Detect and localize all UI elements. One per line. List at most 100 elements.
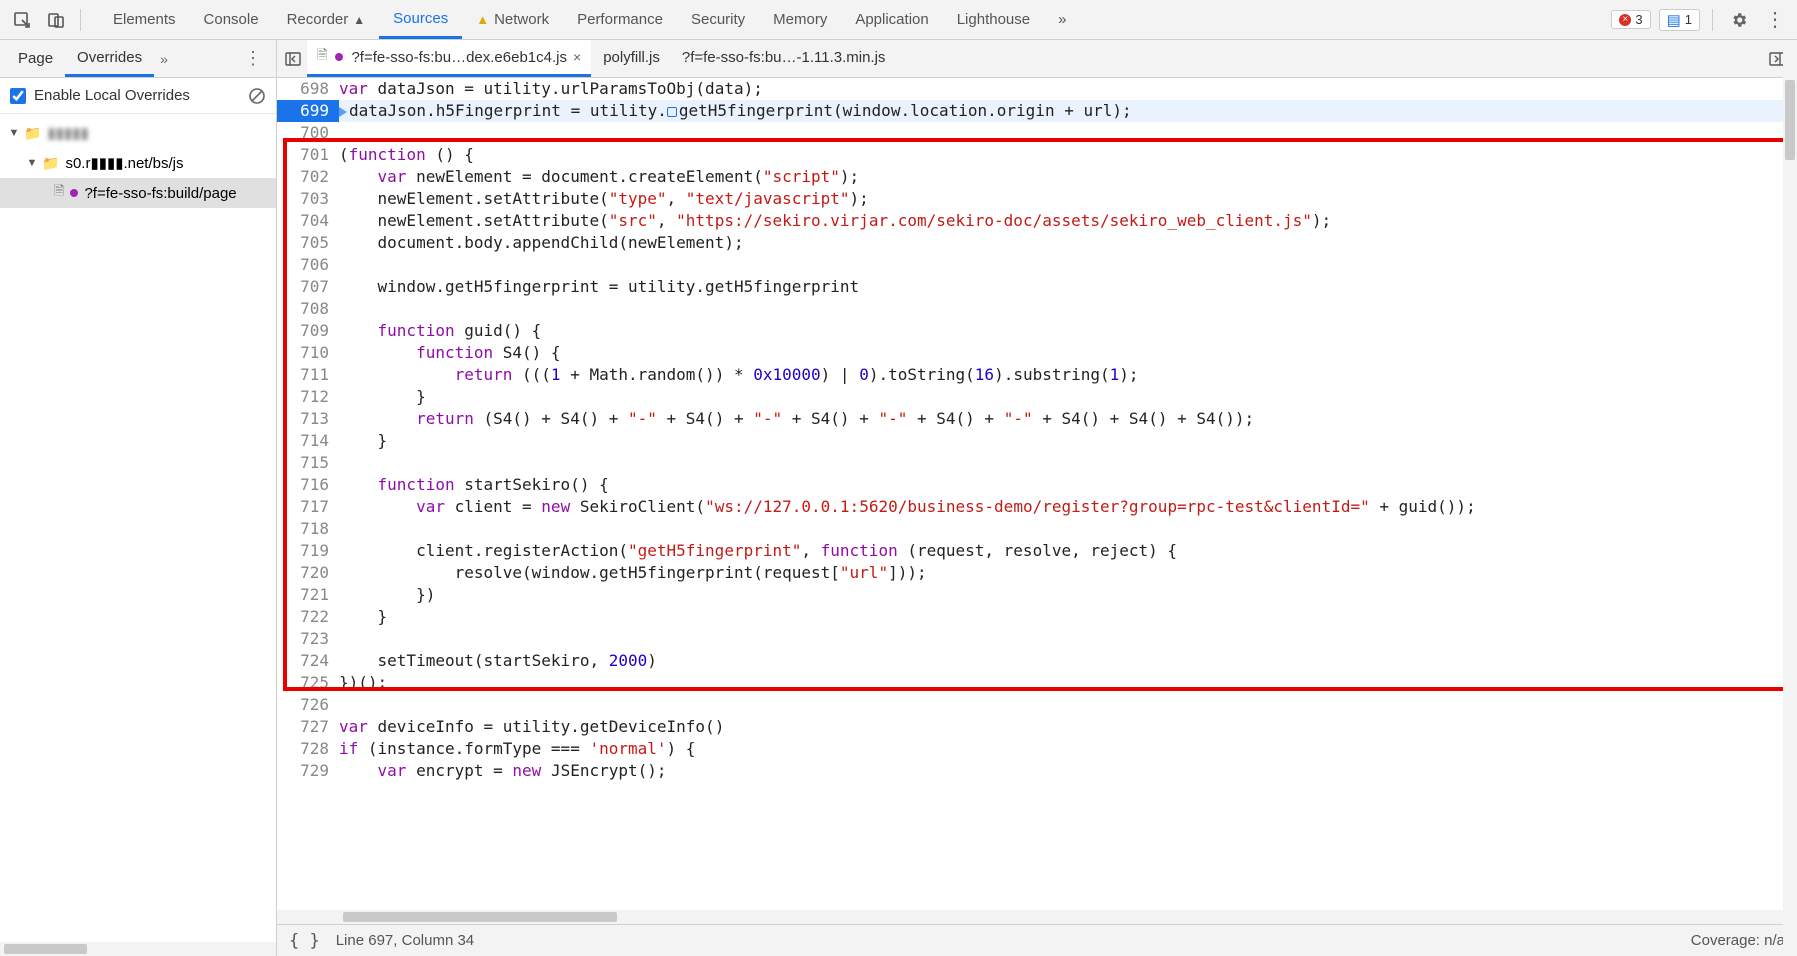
sidebar: Page Overrides » ⋮ Enable Local Override… — [0, 40, 277, 956]
message-count: 1 — [1685, 12, 1692, 27]
tree-file[interactable]: 🗎 ?f=fe-sso-fs:build/page — [0, 178, 276, 208]
enable-overrides-checkbox[interactable] — [10, 88, 26, 104]
coverage-indicator: Coverage: n/a — [1691, 932, 1785, 949]
panel-tab-network[interactable]: ▲ Network — [462, 0, 563, 39]
code-line[interactable]: 705 document.body.appendChild(newElement… — [277, 232, 1797, 254]
sidebar-menu-icon[interactable]: ⋮ — [236, 48, 270, 69]
tree-root[interactable]: ▼📁▮▮▮▮▮ — [0, 118, 276, 148]
tree-root-label: ▮▮▮▮▮ — [47, 124, 88, 142]
code-line[interactable]: 726 — [277, 694, 1797, 716]
editor-hscroll[interactable] — [277, 910, 1797, 924]
code-editor[interactable]: 698var dataJson = utility.urlParamsToObj… — [277, 78, 1797, 924]
code-line[interactable]: 699dataJson.h5Fingerprint = utility.getH… — [277, 100, 1797, 122]
editor-pane: 🗎 ?f=fe-sso-fs:bu…dex.e6eb1c4.js × polyf… — [277, 40, 1797, 956]
code-line[interactable]: 728if (instance.formType === 'normal') { — [277, 738, 1797, 760]
panel-tab-memory[interactable]: Memory — [759, 0, 841, 39]
sidebar-hscroll[interactable] — [0, 942, 276, 956]
override-dot-icon — [335, 53, 343, 61]
code-line[interactable]: 713 return (S4() + S4() + "-" + S4() + "… — [277, 408, 1797, 430]
code-line[interactable]: 711 return (((1 + Math.random()) * 0x100… — [277, 364, 1797, 386]
code-line[interactable]: 700 — [277, 122, 1797, 144]
close-icon[interactable]: × — [573, 49, 581, 65]
code-line[interactable]: 723 — [277, 628, 1797, 650]
editor-tab-1[interactable]: polyfill.js — [593, 40, 670, 77]
panel-tabs: ElementsConsoleRecorder ▲Sources▲ Networ… — [99, 0, 1044, 39]
panel-tab-elements[interactable]: Elements — [99, 0, 190, 39]
error-badge[interactable]: 3 — [1611, 10, 1650, 29]
separator — [80, 9, 81, 31]
editor-tab-2[interactable]: ?f=fe-sso-fs:bu…-1.11.3.min.js — [672, 40, 896, 77]
toolbar-right: 3 ▤1 ⋮ — [1611, 6, 1789, 34]
code-line[interactable]: 716 function startSekiro() { — [277, 474, 1797, 496]
error-icon — [1619, 14, 1631, 26]
code-line[interactable]: 727var deviceInfo = utility.getDeviceInf… — [277, 716, 1797, 738]
code-line[interactable]: 717 var client = new SekiroClient("ws://… — [277, 496, 1797, 518]
more-tabs[interactable]: » — [1044, 0, 1080, 39]
code-line[interactable]: 714 } — [277, 430, 1797, 452]
cursor-position: Line 697, Column 34 — [336, 932, 474, 949]
panel-tab-console[interactable]: Console — [190, 0, 273, 39]
nav-panel-icon[interactable] — [281, 47, 305, 71]
sidebar-more-tabs[interactable]: » — [160, 51, 168, 67]
code-line[interactable]: 708 — [277, 298, 1797, 320]
tree-file-label: ?f=fe-sso-fs:build/page — [84, 185, 236, 202]
file-icon: 🗎 — [54, 182, 64, 204]
code-line[interactable]: 707 window.getH5fingerprint = utility.ge… — [277, 276, 1797, 298]
code-line[interactable]: 721 }) — [277, 584, 1797, 606]
code-line[interactable]: 709 function guid() { — [277, 320, 1797, 342]
panel-tab-application[interactable]: Application — [841, 0, 942, 39]
devtools-toolbar: ElementsConsoleRecorder ▲Sources▲ Networ… — [0, 0, 1797, 40]
code-line[interactable]: 718 — [277, 518, 1797, 540]
code-line[interactable]: 722 } — [277, 606, 1797, 628]
code-line[interactable]: 710 function S4() { — [277, 342, 1797, 364]
code-line[interactable]: 706 — [277, 254, 1797, 276]
code-line[interactable]: 704 newElement.setAttribute("src", "http… — [277, 210, 1797, 232]
panel-tab-recorder[interactable]: Recorder ▲ — [273, 0, 380, 39]
settings-icon[interactable] — [1725, 6, 1753, 34]
clear-overrides-icon[interactable] — [248, 87, 266, 105]
code-line[interactable]: 701(function () { — [277, 144, 1797, 166]
page-vscroll[interactable] — [1783, 40, 1797, 956]
tree-domain-label: s0.r▮▮▮▮.net/bs/js — [65, 154, 183, 172]
code-line[interactable]: 720 resolve(window.getH5fingerprint(requ… — [277, 562, 1797, 584]
main: Page Overrides » ⋮ Enable Local Override… — [0, 40, 1797, 956]
code-line[interactable]: 724 setTimeout(startSekiro, 2000) — [277, 650, 1797, 672]
statusbar: { } Line 697, Column 34 Coverage: n/a — [277, 924, 1797, 956]
error-count: 3 — [1635, 12, 1642, 27]
enable-overrides-row: Enable Local Overrides — [0, 78, 276, 114]
code-line[interactable]: 715 — [277, 452, 1797, 474]
code-line[interactable]: 719 client.registerAction("getH5fingerpr… — [277, 540, 1797, 562]
editor-tab-label: ?f=fe-sso-fs:bu…dex.e6eb1c4.js — [351, 49, 567, 66]
code-line[interactable]: 702 var newElement = document.createElem… — [277, 166, 1797, 188]
code-line[interactable]: 725})(); — [277, 672, 1797, 694]
editor-tab-label: ?f=fe-sso-fs:bu…-1.11.3.min.js — [682, 49, 886, 66]
panel-tab-sources[interactable]: Sources — [379, 0, 462, 39]
code-line[interactable]: 698var dataJson = utility.urlParamsToObj… — [277, 78, 1797, 100]
message-icon: ▤ — [1667, 11, 1681, 29]
panel-tab-lighthouse[interactable]: Lighthouse — [943, 0, 1044, 39]
sidebar-tab-overrides[interactable]: Overrides — [65, 40, 154, 77]
panel-tab-security[interactable]: Security — [677, 0, 759, 39]
toolbar-left — [0, 6, 93, 34]
code-line[interactable]: 729 var encrypt = new JSEncrypt(); — [277, 760, 1797, 782]
file-icon: 🗎 — [317, 46, 327, 68]
editor-wrap: 698var dataJson = utility.urlParamsToObj… — [277, 78, 1797, 924]
messages-badge[interactable]: ▤1 — [1659, 9, 1700, 31]
inspect-element-icon[interactable] — [8, 6, 36, 34]
override-dot-icon — [70, 189, 78, 197]
sidebar-tabs: Page Overrides » ⋮ — [0, 40, 276, 78]
code-line[interactable]: 703 newElement.setAttribute("type", "tex… — [277, 188, 1797, 210]
tree-domain[interactable]: ▼📁s0.r▮▮▮▮.net/bs/js — [0, 148, 276, 178]
device-toggle-icon[interactable] — [42, 6, 70, 34]
panel-tab-performance[interactable]: Performance — [563, 0, 677, 39]
editor-tab-label: polyfill.js — [603, 49, 660, 66]
file-tree: ▼📁▮▮▮▮▮ ▼📁s0.r▮▮▮▮.net/bs/js 🗎?f=fe-sso-… — [0, 114, 276, 942]
pretty-print-icon[interactable]: { } — [289, 931, 320, 951]
code-line[interactable]: 712 } — [277, 386, 1797, 408]
folder-icon: 📁 — [24, 125, 41, 142]
sidebar-tab-page[interactable]: Page — [6, 40, 65, 77]
enable-overrides-label: Enable Local Overrides — [34, 87, 190, 104]
kebab-menu-icon[interactable]: ⋮ — [1761, 6, 1789, 34]
folder-icon: 📁 — [42, 155, 59, 172]
editor-tab-0[interactable]: 🗎 ?f=fe-sso-fs:bu…dex.e6eb1c4.js × — [307, 40, 591, 77]
